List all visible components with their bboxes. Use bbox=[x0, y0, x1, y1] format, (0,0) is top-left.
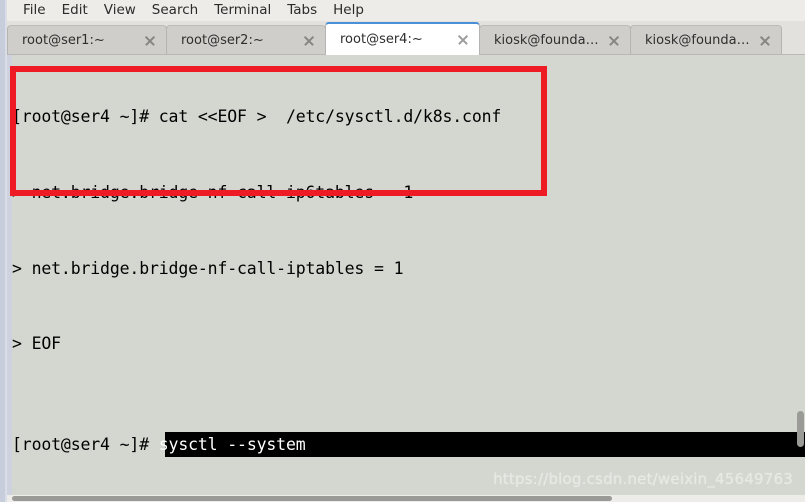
terminal-line: > EOF bbox=[12, 334, 61, 354]
tab-label: kiosk@foundati... bbox=[645, 33, 750, 48]
tab-kiosk-foundation-2[interactable]: kiosk@foundati... bbox=[630, 25, 782, 55]
menu-item-edit[interactable]: Edit bbox=[54, 3, 96, 21]
tab-root-ser1[interactable]: root@ser1:~ bbox=[7, 25, 167, 55]
tab-bar: root@ser1:~ root@ser2:~ root@ser4:~ kios… bbox=[7, 21, 805, 55]
vertical-scrollbar-thumb[interactable] bbox=[797, 411, 804, 447]
tab-root-ser4[interactable]: root@ser4:~ bbox=[325, 22, 480, 55]
menu-item-tabs[interactable]: Tabs bbox=[279, 3, 325, 21]
tab-kiosk-foundation-1[interactable]: kiosk@foundati... bbox=[479, 25, 631, 55]
close-icon[interactable] bbox=[456, 33, 470, 47]
horizontal-scrollbar-thumb[interactable] bbox=[12, 496, 612, 501]
close-icon[interactable] bbox=[607, 34, 621, 48]
close-icon[interactable] bbox=[143, 34, 157, 48]
tab-label: kiosk@foundati... bbox=[494, 33, 599, 48]
terminal-line: [root@ser4 ~]# cat <<EOF > /etc/sysctl.d… bbox=[12, 107, 502, 127]
terminal-output-area[interactable]: [root@ser4 ~]# cat <<EOF > /etc/sysctl.d… bbox=[7, 55, 805, 495]
terminal-line: > net.bridge.bridge-nf-call-ip6tables = … bbox=[12, 183, 414, 202]
shell-prompt: [root@ser4 ~]# bbox=[12, 434, 159, 454]
terminal-text: [root@ser4 ~]# cat <<EOF > /etc/sysctl.d… bbox=[12, 55, 805, 495]
menu-item-file[interactable]: File bbox=[15, 3, 54, 21]
terminal-line-selected-command: [root@ser4 ~]# sysctl --system bbox=[12, 431, 805, 458]
menu-bar: File Edit View Search Terminal Tabs Help bbox=[7, 0, 805, 21]
menu-item-search[interactable]: Search bbox=[144, 3, 206, 21]
menu-item-terminal[interactable]: Terminal bbox=[206, 3, 279, 21]
tab-root-ser2[interactable]: root@ser2:~ bbox=[166, 25, 326, 55]
close-icon[interactable] bbox=[758, 34, 772, 48]
terminal-line: > net.bridge.bridge-nf-call-iptables = 1 bbox=[12, 258, 404, 278]
watermark-url: https://blog.csdn.net/weixin_45649763 bbox=[493, 470, 793, 488]
selected-command-text: sysctl --system bbox=[158, 434, 306, 454]
tab-label: root@ser4:~ bbox=[340, 32, 423, 47]
close-icon[interactable] bbox=[302, 34, 316, 48]
window-left-frame-highlight bbox=[5, 0, 7, 502]
terminal-window: File Edit View Search Terminal Tabs Help… bbox=[0, 0, 805, 502]
tab-label: root@ser2:~ bbox=[181, 33, 264, 48]
tab-label: root@ser1:~ bbox=[22, 33, 105, 48]
menu-item-help[interactable]: Help bbox=[325, 3, 372, 21]
menu-item-view[interactable]: View bbox=[96, 3, 144, 21]
